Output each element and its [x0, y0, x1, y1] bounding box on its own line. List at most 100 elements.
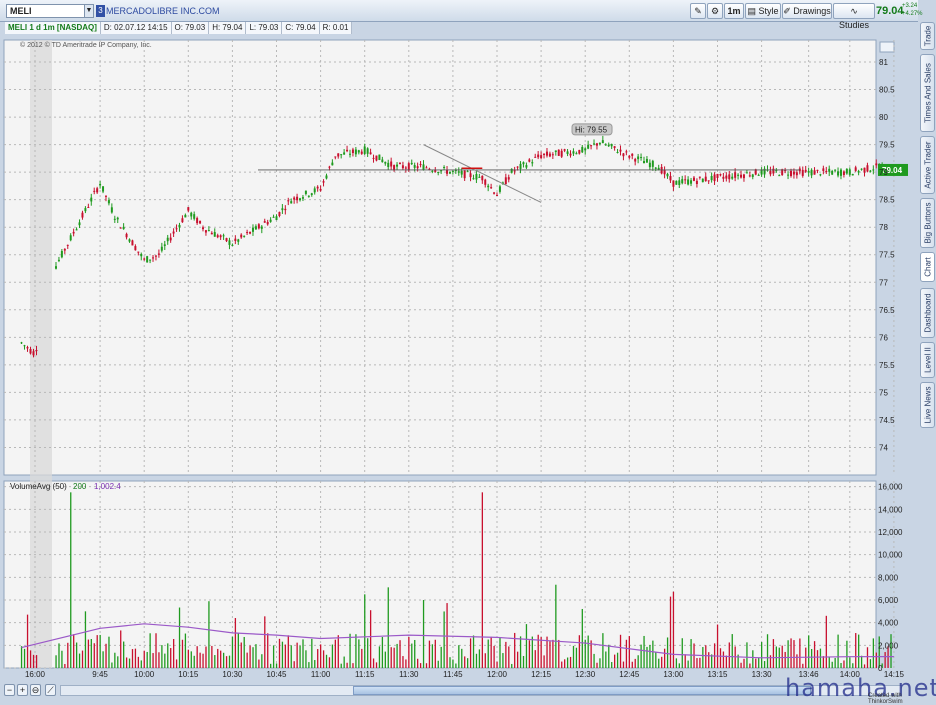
volume-bar	[196, 646, 198, 668]
volume-bar	[305, 650, 307, 668]
candle	[69, 235, 72, 241]
candle	[284, 208, 287, 211]
tab-big-buttons[interactable]: Big Buttons	[920, 198, 935, 248]
volume-bar	[487, 639, 489, 668]
volume-bar	[452, 659, 454, 668]
volume-bar	[108, 636, 110, 668]
chart-area[interactable]: 79.04Hi: 79.55 16:00 9:45 10:00 10:15 10:30 1…	[0, 34, 918, 682]
candle	[193, 214, 196, 219]
candle	[692, 177, 695, 181]
candle	[637, 156, 640, 160]
company-link[interactable]: MERCADOLIBRE INC.COM	[106, 5, 220, 17]
volume-bar	[455, 663, 457, 668]
candle	[701, 178, 704, 183]
zoom-in-icon[interactable]: +	[17, 684, 28, 696]
volume-bar	[581, 608, 583, 668]
volume-bar	[325, 654, 328, 668]
candle	[346, 149, 349, 152]
drawings-button[interactable]: ✐ Drawings	[782, 3, 832, 19]
candle	[366, 148, 369, 154]
candle	[751, 174, 754, 177]
volume-bar	[869, 659, 872, 668]
zoom-reset-icon[interactable]: ⊖	[30, 684, 41, 696]
volume-bar	[117, 656, 119, 668]
volume-bar	[772, 639, 775, 668]
volume-bar	[584, 639, 586, 668]
candle	[357, 150, 360, 153]
zoom-out-icon[interactable]: −	[4, 684, 15, 696]
price-tick-label: 80	[879, 113, 888, 122]
volume-tick-label: 4,000	[878, 619, 899, 628]
volume-bar	[655, 652, 657, 668]
scrollbar-thumb[interactable]	[353, 686, 811, 695]
volume-study-name[interactable]: VolumeAvg (50)	[10, 482, 67, 491]
candle	[875, 163, 878, 166]
candle	[407, 163, 410, 171]
candle	[32, 351, 35, 356]
tab-active-trader[interactable]: Active Trader	[920, 136, 935, 194]
volume-bar	[766, 634, 769, 668]
aggregation-button[interactable]: 1m	[724, 3, 744, 19]
tab-trade[interactable]: Trade	[920, 22, 935, 50]
candle	[234, 238, 237, 241]
candle	[745, 172, 748, 174]
volume-bar	[296, 642, 298, 668]
chart-title[interactable]: MELI 1 d 1m [NASDAQ]	[5, 22, 101, 34]
pan-tool-icon[interactable]: ⟋	[45, 684, 56, 696]
x-tick-label: 12:15	[531, 670, 552, 679]
candle	[125, 233, 128, 238]
style-label: Style	[758, 6, 779, 16]
bar-high: H: 79.04	[209, 22, 247, 34]
gear-icon[interactable]: ⚙	[707, 3, 723, 19]
volume-bar	[496, 661, 498, 668]
studies-button[interactable]: ∿ Studies	[833, 3, 875, 30]
symbol-input[interactable]: MELI	[6, 4, 94, 18]
volume-bar	[672, 591, 675, 668]
volume-bar	[564, 659, 566, 668]
candle	[199, 220, 202, 224]
candle	[725, 175, 728, 179]
candle	[249, 231, 252, 234]
volume-bar	[646, 646, 648, 668]
candle	[451, 170, 454, 172]
volume-bar	[431, 644, 434, 668]
tab-dashboard[interactable]: Dashboard	[920, 288, 935, 338]
candle	[269, 219, 272, 222]
volume-bar	[540, 637, 542, 668]
volume-bar	[402, 656, 404, 668]
bar-open: O: 79.03	[171, 22, 210, 34]
chevron-down-icon[interactable]: ▼	[84, 5, 93, 17]
link-group-badge[interactable]: 3	[96, 5, 105, 17]
volume-bar	[437, 660, 439, 668]
candle	[260, 226, 263, 229]
volume-bar	[819, 648, 822, 668]
candle	[851, 173, 854, 176]
net-change: +3.24	[902, 3, 918, 9]
style-button[interactable]: ▤ Style	[745, 3, 781, 19]
candle	[219, 235, 222, 238]
candle	[299, 198, 302, 201]
volume-bar	[187, 649, 189, 668]
candle	[801, 169, 804, 176]
volume-bar	[555, 584, 557, 668]
bar-close: C: 79.04	[282, 22, 320, 34]
tab-times-and-sales[interactable]: Times And Sales	[920, 54, 935, 132]
volume-bar	[134, 648, 137, 668]
candle	[325, 175, 328, 179]
volume-bar	[214, 655, 216, 668]
volume-bar	[699, 657, 701, 668]
tab-live-news[interactable]: Live News	[920, 382, 935, 428]
candle	[281, 208, 284, 211]
right-sidebar: Trade Times And Sales Active Trader Big …	[918, 22, 936, 682]
volume-bar	[652, 640, 654, 668]
candle	[20, 342, 23, 344]
candle	[675, 180, 678, 185]
drawing-tool-icon[interactable]: ✎	[690, 3, 706, 19]
volume-bar	[243, 636, 245, 668]
time-scrollbar[interactable]	[60, 685, 902, 696]
tab-level-ii[interactable]: Level II	[920, 342, 935, 378]
candle	[328, 166, 331, 168]
candle	[610, 143, 613, 147]
candle	[616, 151, 619, 153]
tab-chart[interactable]: Chart	[920, 252, 935, 282]
